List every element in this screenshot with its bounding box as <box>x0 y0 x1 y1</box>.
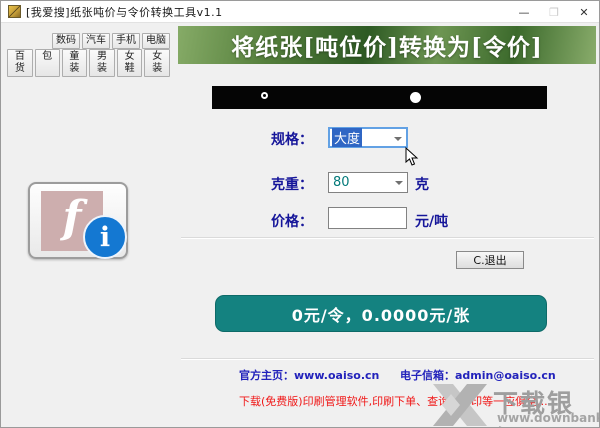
category-general[interactable]: 百货 <box>7 49 33 77</box>
maximize-button: ❐ <box>549 5 559 19</box>
mouse-cursor <box>405 147 419 166</box>
chevron-down-icon <box>395 181 403 185</box>
watermark-url: www.downbank.cn <box>497 411 599 425</box>
watermark-x-icon <box>433 384 487 426</box>
window-title: [我爱搜]纸张吨价与令价转换工具v1.1 <box>26 5 223 19</box>
spec-dropdown[interactable]: 大度 <box>328 127 408 148</box>
weight-dropdown[interactable]: 80 <box>328 172 408 193</box>
category-kids[interactable]: 童装 <box>61 49 88 77</box>
radio-option-2[interactable] <box>410 92 421 103</box>
divider <box>181 237 594 239</box>
result-text: 0元/令，0.0000元/张 <box>291 305 471 325</box>
price-label: 价格： <box>271 214 313 230</box>
spec-selected-value: 大度 <box>332 128 363 147</box>
weight-unit: 克 <box>415 177 429 193</box>
price-input[interactable] <box>328 207 407 229</box>
radio-option-1[interactable] <box>261 92 268 99</box>
result-bar: 0元/令，0.0000元/张 <box>215 295 547 332</box>
app-icon <box>8 5 21 18</box>
category-car[interactable]: 汽车 <box>82 33 110 49</box>
app-window: [我爱搜]纸张吨价与令价转换工具v1.1 — ❐ ✕ 数码 汽车 手机 电脑 百… <box>0 0 600 428</box>
flash-placeholder[interactable]: f i <box>28 182 128 259</box>
info-icon[interactable]: i <box>83 215 127 259</box>
category-digital[interactable]: 数码 <box>52 33 80 49</box>
email-link[interactable]: 电子信箱：admin@oaiso.cn <box>400 367 556 383</box>
exit-button[interactable]: C.退出 <box>456 251 524 269</box>
category-women[interactable]: 女装 <box>144 49 170 77</box>
info-letter: i <box>99 221 111 253</box>
category-phone[interactable]: 手机 <box>112 33 140 49</box>
category-computer[interactable]: 电脑 <box>142 33 170 49</box>
title-bar: [我爱搜]纸张吨价与令价转换工具v1.1 — ❐ ✕ <box>1 1 599 23</box>
category-row-1: 数码 汽车 手机 电脑 <box>7 33 170 49</box>
banner-title: 将纸张[吨位价]转换为[令价] <box>231 34 543 61</box>
header-banner: 将纸张[吨位价]转换为[令价] <box>178 26 596 64</box>
category-row-2: 百货 包 童装 男装 女鞋 女装 <box>7 49 170 77</box>
category-bag[interactable]: 包 <box>34 49 60 77</box>
divider <box>181 358 594 360</box>
chevron-down-icon <box>394 137 402 141</box>
mode-bar <box>212 86 547 109</box>
price-unit: 元/吨 <box>415 214 449 230</box>
watermark: 下载银行 www.downbank.cn <box>431 383 599 427</box>
flash-letter: f <box>62 192 82 243</box>
spec-label: 规格： <box>271 132 313 148</box>
minimize-button[interactable]: — <box>509 1 539 23</box>
close-button[interactable]: ✕ <box>569 1 599 23</box>
homepage-link[interactable]: 官方主页：www.oaiso.cn <box>239 367 379 383</box>
category-shoes[interactable]: 女鞋 <box>116 49 143 77</box>
category-men[interactable]: 男装 <box>89 49 115 77</box>
weight-label: 克重： <box>271 177 313 193</box>
weight-selected-value: 80 <box>333 175 350 190</box>
